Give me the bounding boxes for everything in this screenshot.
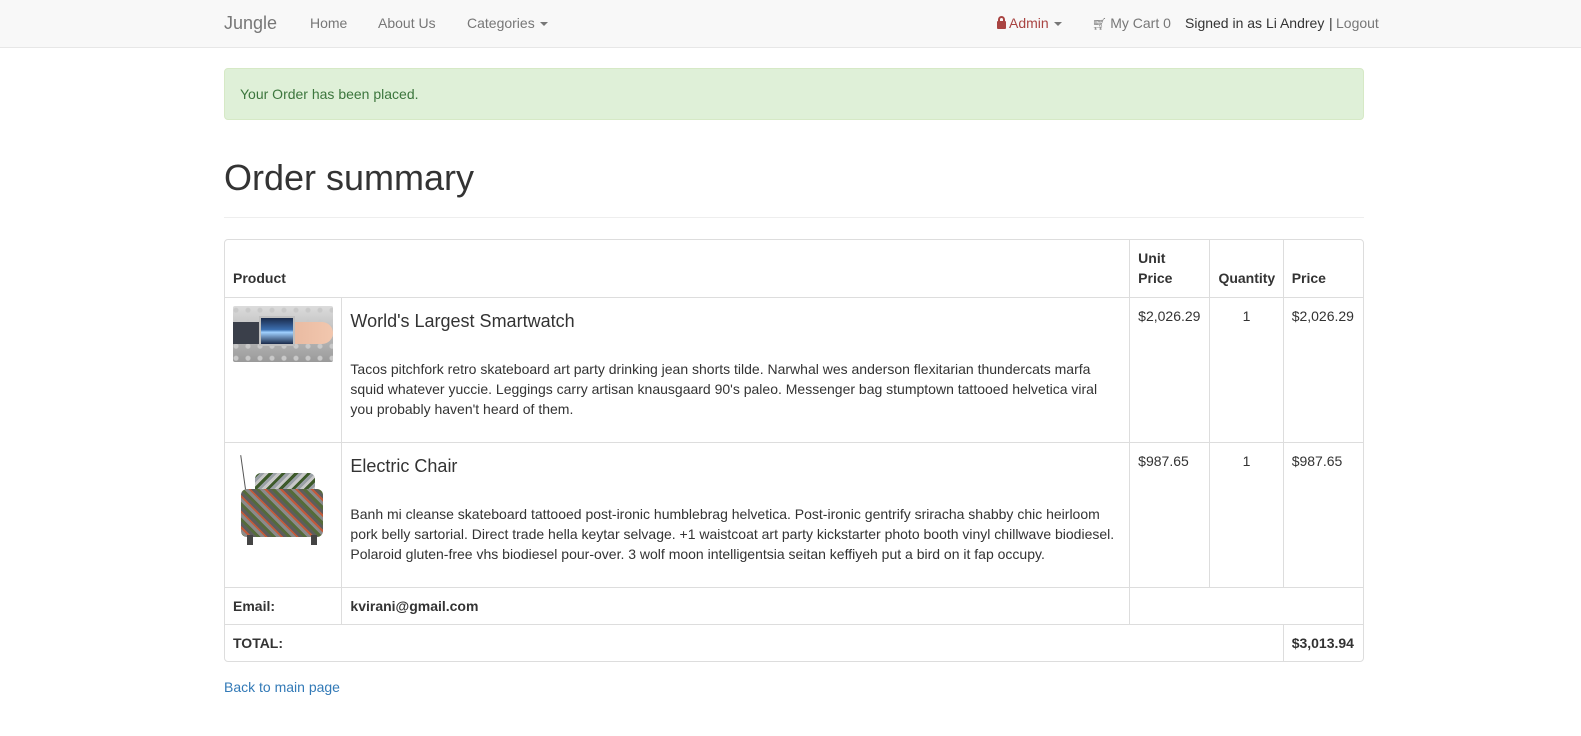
email-label: Email:	[225, 587, 342, 624]
page-title: Order summary	[224, 157, 475, 198]
back-to-main-link[interactable]: Back to main page	[224, 677, 340, 697]
email-empty-cell	[1129, 587, 1363, 624]
header-product: Product	[233, 270, 286, 286]
product-image-cell	[225, 442, 342, 587]
total-row: TOTAL: $3,013.94	[225, 624, 1363, 661]
header-quantity: Quantity	[1209, 240, 1282, 297]
product-name: Electric Chair	[350, 456, 458, 476]
email-row: Email: kvirani@gmail.com	[225, 587, 1363, 624]
product-image-smartwatch	[233, 306, 333, 362]
total-label: TOTAL:	[225, 624, 1283, 661]
quantity-cell: 1	[1209, 297, 1283, 442]
header-price: Price	[1282, 240, 1363, 297]
nav-categories-label: Categories	[467, 15, 535, 31]
quantity-cell: 1	[1209, 442, 1283, 587]
admin-label: Admin	[1009, 15, 1049, 31]
product-image-electric-chair	[233, 451, 331, 549]
nav-categories-dropdown[interactable]: Categories	[467, 0, 548, 47]
product-description: Banh mi cleanse skateboard tattooed post…	[350, 506, 1115, 562]
logout-link[interactable]: Logout	[1336, 0, 1379, 47]
caret-down-icon	[1053, 22, 1062, 27]
my-cart-label: My Cart 0	[1110, 15, 1171, 31]
header-unit-price-line1: Unit	[1138, 250, 1166, 266]
unit-price-cell: $987.65	[1129, 442, 1210, 587]
product-image-cell	[225, 297, 342, 442]
table-header-row: Product Unit Price Quantity Price	[225, 240, 1363, 297]
product-info-cell: Electric Chair Banh mi cleanse skateboar…	[341, 442, 1130, 587]
navbar: Jungle Home About Us Categories Admin 🛒︎…	[0, 0, 1581, 48]
nav-home-link[interactable]: Home	[310, 0, 347, 47]
nav-separator: |	[1329, 15, 1333, 31]
product-info-cell: World's Largest Smartwatch Tacos pitchfo…	[341, 297, 1130, 442]
total-value: $3,013.94	[1282, 624, 1363, 661]
my-cart-link[interactable]: 🛒︎ My Cart 0	[1092, 0, 1171, 47]
signed-in-text: Signed in as Li Andrey	[1185, 15, 1325, 31]
success-alert: Your Order has been placed.	[224, 68, 1364, 120]
shopping-cart-icon: 🛒︎	[1092, 17, 1108, 31]
nav-about-link[interactable]: About Us	[378, 0, 436, 47]
unit-price-cell: $2,026.29	[1129, 297, 1210, 442]
title-divider	[224, 217, 1364, 218]
product-description: Tacos pitchfork retro skateboard art par…	[350, 361, 1098, 417]
caret-down-icon	[539, 22, 548, 27]
price-cell: $2,026.29	[1282, 297, 1363, 442]
table-row: World's Largest Smartwatch Tacos pitchfo…	[225, 297, 1363, 442]
admin-dropdown[interactable]: Admin	[997, 0, 1062, 47]
header-unit-price: Unit Price	[1129, 240, 1209, 297]
lock-icon	[997, 16, 1006, 29]
order-table: Product Unit Price Quantity Price World's…	[224, 239, 1364, 662]
header-unit-price-line2: Price	[1138, 270, 1173, 286]
alert-message: Your Order has been placed.	[240, 86, 419, 102]
brand-link[interactable]: Jungle	[224, 0, 277, 47]
table-row: Electric Chair Banh mi cleanse skateboar…	[225, 442, 1363, 587]
price-cell: $987.65	[1282, 442, 1363, 587]
product-name: World's Largest Smartwatch	[350, 311, 575, 331]
email-value: kvirani@gmail.com	[341, 587, 1130, 624]
